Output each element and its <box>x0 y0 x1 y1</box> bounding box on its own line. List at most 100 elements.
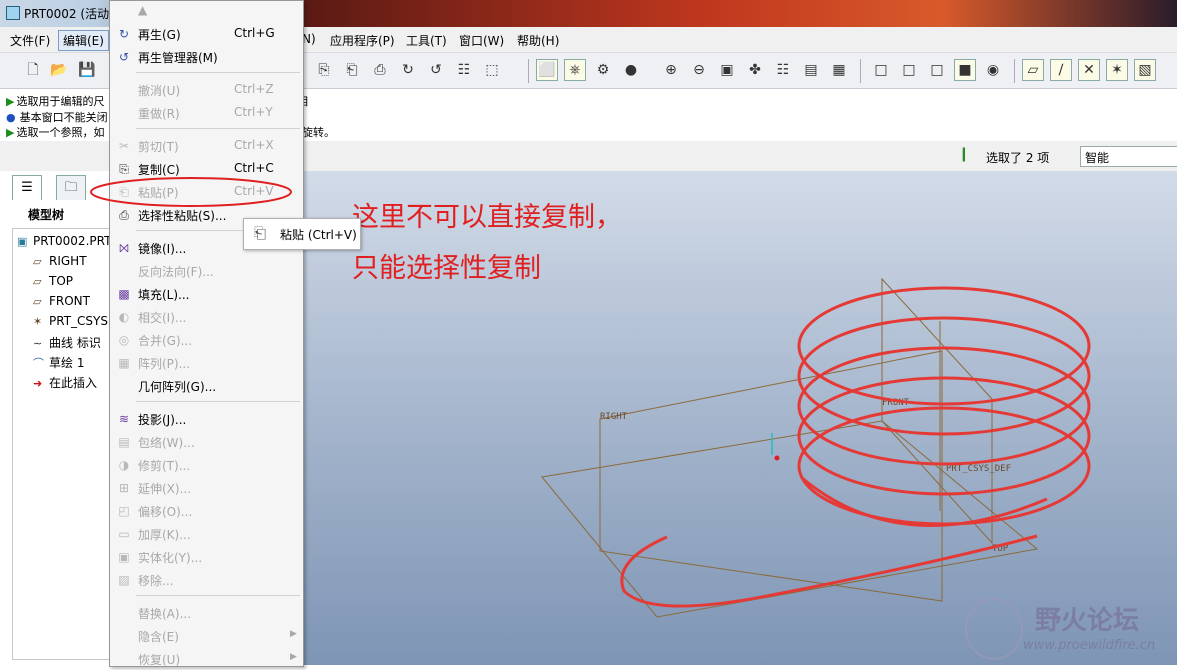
message-line-1: ▶ 选取用于编辑的尺 <box>6 95 105 108</box>
datum-display-icon[interactable]: ⎈ <box>564 59 586 81</box>
tree-item-front[interactable]: ▱ FRONT <box>33 294 90 308</box>
menu-item-cut[interactable]: ✂ 剪切(T) Ctrl+X <box>110 135 303 157</box>
pattern-icon: ▦ <box>118 356 130 370</box>
menu-help[interactable]: 帮助(H) <box>517 32 559 49</box>
menu-item-thicken[interactable]: ▭ 加厚(K)... <box>110 523 303 545</box>
plane-display-icon[interactable]: ▱ <box>1022 59 1044 81</box>
tab-folder[interactable]: 🗀 <box>56 175 86 200</box>
menu-item-undo[interactable]: 撤消(U) Ctrl+Z <box>110 79 303 101</box>
zoom-in-icon[interactable]: ⊕ <box>660 59 682 81</box>
menu-applications[interactable]: 应用程序(P) <box>330 32 395 49</box>
menu-item-offset[interactable]: ◰ 偏移(O)... <box>110 500 303 522</box>
no-hidden-icon[interactable]: □ <box>926 59 948 81</box>
menu-item-trim[interactable]: ◑ 修剪(T)... <box>110 454 303 476</box>
tab-model-tree[interactable]: ☰ <box>12 175 42 200</box>
menu-item-reverse-normal[interactable]: 反向法向(F)... <box>110 260 303 282</box>
menu-item-resume[interactable]: 恢复(U) ▶ <box>110 648 303 670</box>
insert-arrow-icon: ➜ <box>33 377 43 390</box>
annotation-toggle-icon[interactable]: ▧ <box>1134 59 1156 81</box>
filter-select[interactable]: 智能 <box>1080 146 1177 167</box>
paste-icon: ⎗ <box>254 224 267 242</box>
bullet-icon: ● <box>6 111 16 124</box>
left-panel: ☰ 🗀 模型树 ▣ PRT0002.PRT ▱ RIGHT ▱ TOP ▱ FRONT … <box>0 171 113 665</box>
tree-item-curve[interactable]: ∼ 曲线 标识 <box>33 334 101 351</box>
merge-icon: ◎ <box>118 333 130 347</box>
menu-file[interactable]: 文件(F) <box>10 32 50 49</box>
tree-item-root[interactable]: ▣ PRT0002.PRT <box>17 234 111 248</box>
annotation-display-icon[interactable]: ☷ <box>772 59 794 81</box>
view-manager-icon[interactable]: ▦ <box>828 59 850 81</box>
new-file-icon[interactable]: 🗋 <box>22 59 44 81</box>
menu-edit[interactable]: 编辑(E) <box>58 30 109 51</box>
extend-icon: ⊞ <box>118 481 130 495</box>
tree-item-sketch[interactable]: ⌒ 草绘 1 <box>33 354 84 371</box>
traffic-light-icon: ❙ <box>958 146 970 162</box>
refit-icon[interactable]: ▣ <box>716 59 738 81</box>
menu-tools[interactable]: 工具(T) <box>406 32 447 49</box>
project-icon: ≋ <box>118 412 130 426</box>
csys-display-icon[interactable]: ✶ <box>1106 59 1128 81</box>
orient-view-icon[interactable]: ⬜ <box>536 59 558 81</box>
regenerate-tool-icon[interactable]: ↻ <box>397 59 419 81</box>
menu-item-regenerate[interactable]: ↻ 再生(G) Ctrl+G <box>110 23 303 45</box>
spring-curve <box>620 286 1091 608</box>
spring-coil <box>797 316 1091 436</box>
settings-gear-icon[interactable]: ⚙ <box>592 59 614 81</box>
annotation-line-1: 这里不可以直接复制， <box>352 202 622 233</box>
tree-item-top[interactable]: ▱ TOP <box>33 274 73 288</box>
watermark-title: 野火论坛 <box>1035 606 1140 636</box>
shaded-icon[interactable]: ■ <box>954 59 976 81</box>
menu-item-intersect[interactable]: ◐ 相交(I)... <box>110 306 303 328</box>
menu-item-wrap[interactable]: ▤ 包络(W)... <box>110 431 303 453</box>
solidify-icon: ▣ <box>118 550 130 564</box>
hidden-line-icon[interactable]: □ <box>898 59 920 81</box>
select-box-icon[interactable]: ⬚ <box>481 59 503 81</box>
thicken-icon: ▭ <box>118 527 130 541</box>
save-icon[interactable]: 💾 <box>76 59 98 81</box>
menu-item-regen-manager[interactable]: ↺ 再生管理器(M) <box>110 46 303 68</box>
app-icon <box>6 6 20 20</box>
toolbar-separator-2 <box>860 59 861 83</box>
highlight-ellipse <box>90 177 292 207</box>
menu-item-pattern[interactable]: ▦ 阵列(P)... <box>110 352 303 374</box>
paste-special-tool-icon[interactable]: ⎙ <box>369 59 391 81</box>
tooltip-text: 粘贴 (Ctrl+V) <box>280 228 357 242</box>
menu-item-replace[interactable]: 替换(A)... <box>110 602 303 624</box>
menu-item-solidify[interactable]: ▣ 实体化(Y)... <box>110 546 303 568</box>
menu-item-geometry-pattern[interactable]: 几何阵列(G)... <box>110 375 303 397</box>
layers-icon[interactable]: ▤ <box>800 59 822 81</box>
point-display-icon[interactable]: ✕ <box>1078 59 1100 81</box>
wireframe-icon[interactable]: □ <box>870 59 892 81</box>
menu-item-redo[interactable]: 重做(R) Ctrl+Y <box>110 102 303 124</box>
curve-icon: ∼ <box>33 337 43 350</box>
find-binoculars-icon[interactable]: ☷ <box>453 59 475 81</box>
datum-planes <box>541 277 1039 618</box>
watermark-url: www.proewildfire.cn <box>1023 638 1156 653</box>
zoom-out-icon[interactable]: ⊖ <box>688 59 710 81</box>
spin-center-icon[interactable]: ✤ <box>744 59 766 81</box>
menu-item-extend[interactable]: ⊞ 延伸(X)... <box>110 477 303 499</box>
model-tree-icon: ☰ <box>21 180 33 195</box>
menu-item-hide[interactable]: 隐含(E) ▶ <box>110 625 303 647</box>
open-folder-icon[interactable]: 📂 <box>48 59 70 81</box>
saved-views-icon[interactable]: ◉ <box>982 59 1004 81</box>
menu-scroll-up[interactable]: ▲ <box>110 1 303 23</box>
tree-item-right[interactable]: ▱ RIGHT <box>33 254 87 268</box>
filter-select-value: 智能 <box>1085 151 1110 165</box>
menu-item-project[interactable]: ≋ 投影(J)... <box>110 408 303 430</box>
menu-item-remove[interactable]: ▨ 移除... <box>110 569 303 591</box>
label-csys: PRT_CSYS_DEF <box>946 464 1011 474</box>
scroll-up-icon: ▲ <box>138 3 148 17</box>
regen-manager-tool-icon[interactable]: ↺ <box>425 59 447 81</box>
menu-item-fill[interactable]: ▩ 填充(L)... <box>110 283 303 305</box>
tree-item-csys[interactable]: ✶ PRT_CSYS <box>33 314 108 328</box>
axis-display-icon[interactable]: ∕ <box>1050 59 1072 81</box>
paste-tool-icon[interactable]: ⎗ <box>341 59 363 81</box>
menu-partial[interactable]: N) <box>302 32 316 46</box>
copy-tool-icon[interactable]: ⎘ <box>313 59 335 81</box>
menu-item-merge[interactable]: ◎ 合并(G)... <box>110 329 303 351</box>
menu-window[interactable]: 窗口(W) <box>459 32 504 49</box>
shading-sphere-icon[interactable]: ● <box>620 59 642 81</box>
remove-icon: ▨ <box>118 573 130 587</box>
tree-item-insert-here[interactable]: ➜ 在此插入 <box>33 374 97 391</box>
